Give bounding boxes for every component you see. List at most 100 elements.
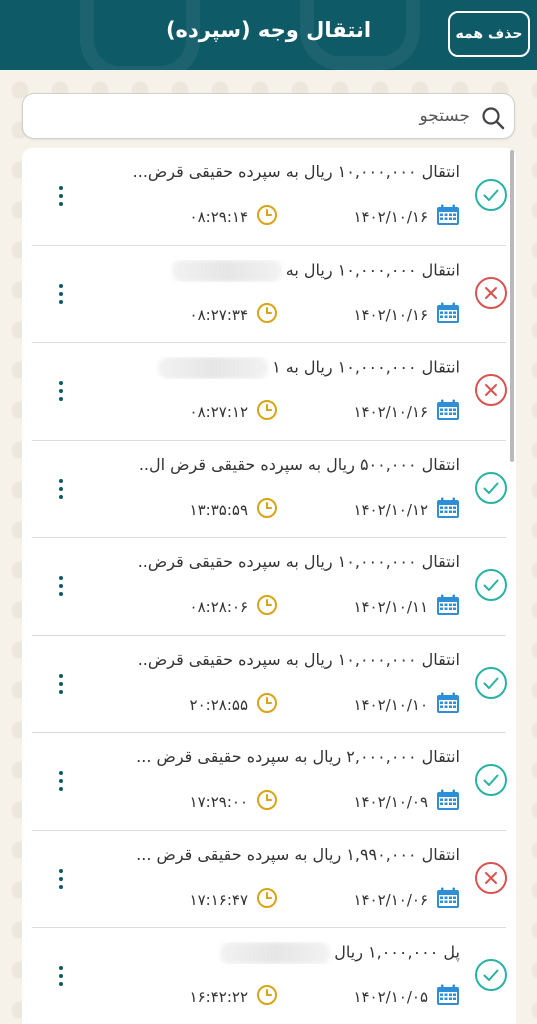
- transaction-title-text: پل ۱,۰۰۰,۰۰۰ ریال: [334, 942, 460, 962]
- transaction-date: ۱۴۰۲/۱۰/۱۰: [353, 692, 460, 718]
- transaction-time: ۰۸:۲۸:۰۶: [190, 594, 278, 620]
- date-text: ۱۴۰۲/۱۰/۰۶: [353, 890, 428, 909]
- transaction-title-text: انتقال ۱,۹۹۰,۰۰۰ ریال به سپرده حقیقی قرض…: [136, 844, 460, 864]
- calendar-icon: [436, 399, 460, 425]
- calendar-icon: [436, 497, 460, 523]
- calendar-icon: [436, 594, 460, 620]
- transaction-time: ۰۸:۲۹:۱۴: [190, 204, 278, 230]
- transaction-title: انتقال ۱,۹۹۰,۰۰۰ ریال به سپرده حقیقی قرض…: [80, 845, 460, 864]
- transaction-date: ۱۴۰۲/۱۰/۱۶: [353, 204, 460, 230]
- time-text: ۱۶:۴۲:۲۲: [189, 988, 248, 1006]
- search-icon[interactable]: [480, 105, 506, 131]
- success-check-icon: [474, 471, 508, 505]
- transaction-time: ۰۸:۲۷:۱۲: [190, 399, 278, 425]
- transaction-title-text: انتقال ۱۰,۰۰۰,۰۰۰ ریال به سپرده حقیقی قر…: [137, 552, 460, 571]
- transaction-date: ۱۴۰۲/۱۰/۱۱: [353, 594, 460, 620]
- clock-icon: [256, 789, 278, 815]
- transaction-list: انتقال ۱۰,۰۰۰,۰۰۰ ریال به سپرده حقیقی قر…: [22, 148, 516, 1024]
- success-check-icon: [474, 178, 508, 212]
- redacted-text: [220, 942, 331, 964]
- time-text: ۰۸:۲۷:۳۴: [189, 305, 248, 324]
- clock-icon: [256, 692, 278, 718]
- more-options-icon[interactable]: [46, 373, 76, 409]
- transaction-time: ۰۸:۲۷:۳۴: [190, 302, 278, 328]
- transaction-row[interactable]: انتقال ۱,۹۹۰,۰۰۰ ریال به سپرده حقیقی قرض…: [32, 831, 507, 928]
- transaction-title-text: انتقال ۱۰,۰۰۰,۰۰۰ ریال به سپرده حقیقی قر…: [132, 162, 460, 181]
- time-text: ۱۳:۳۵:۵۹: [189, 500, 248, 519]
- calendar-icon: [436, 984, 460, 1010]
- clock-icon: [256, 204, 278, 230]
- more-options-icon[interactable]: [46, 763, 76, 799]
- success-check-icon: [474, 958, 508, 992]
- success-check-icon: [474, 763, 508, 797]
- clear-all-button[interactable]: حذف همه: [448, 11, 530, 57]
- transaction-row[interactable]: انتقال ۱۰,۰۰۰,۰۰۰ ریال به ۱۴۰۲/۱۰/۱۶ ۰۸:۲۷…: [32, 246, 508, 343]
- transaction-date: ۱۴۰۲/۱۰/۰۹: [353, 789, 460, 815]
- clock-icon: [256, 399, 278, 425]
- date-text: ۱۴۰۲/۱۰/۱۶: [353, 208, 428, 226]
- transaction-time: ۱۷:۱۶:۴۷: [190, 887, 278, 913]
- transaction-time: ۱۷:۲۹:۰۰: [190, 789, 278, 815]
- calendar-icon: [436, 204, 460, 230]
- more-options-icon[interactable]: [46, 471, 76, 507]
- transaction-row[interactable]: انتقال ۱۰,۰۰۰,۰۰۰ ریال به ۱ ۱۴۰۲/۱۰/۱۶ ۰۸:…: [32, 343, 508, 441]
- transaction-date: ۱۴۰۲/۱۰/۱۶: [353, 399, 460, 425]
- date-text: ۱۴۰۲/۱۰/۱۰: [353, 695, 428, 714]
- transaction-title: انتقال ۱۰,۰۰۰,۰۰۰ ریال به سپرده حقیقی قر…: [80, 162, 460, 181]
- transaction-date: ۱۴۰۲/۱۰/۱۲: [353, 497, 460, 523]
- date-text: ۱۴۰۲/۱۰/۱۲: [353, 500, 428, 519]
- transaction-row[interactable]: پل ۱,۰۰۰,۰۰۰ ریال ۱۴۰۲/۱۰/۰۵ ۱۶:۴۲:۲۲: [32, 928, 508, 1024]
- clock-icon: [256, 887, 278, 913]
- transaction-title: انتقال ۲,۰۰۰,۰۰۰ ریال به سپرده حقیقی قرض…: [80, 747, 460, 766]
- date-text: ۱۴۰۲/۱۰/۱۶: [353, 305, 428, 324]
- transaction-date: ۱۴۰۲/۱۰/۰۵: [353, 984, 460, 1010]
- transaction-row[interactable]: انتقال ۱۰,۰۰۰,۰۰۰ ریال به سپرده حقیقی قر…: [32, 538, 507, 636]
- transaction-title: انتقال ۱۰,۰۰۰,۰۰۰ ریال به ۱: [80, 357, 460, 379]
- date-text: ۱۴۰۲/۱۰/۱۱: [353, 598, 428, 616]
- search-input[interactable]: [39, 94, 470, 138]
- transaction-title-text: انتقال ۵۰۰,۰۰۰ ریال به سپرده حقیقی قرض ا…: [138, 454, 460, 474]
- transaction-title: انتقال ۱۰,۰۰۰,۰۰۰ ریال به سپرده حقیقی قر…: [80, 552, 460, 571]
- more-options-icon[interactable]: [46, 666, 76, 702]
- failure-cross-icon: [474, 276, 508, 310]
- search-bar: [22, 93, 515, 139]
- date-text: ۱۴۰۲/۱۰/۰۵: [353, 988, 428, 1006]
- time-text: ۰۸:۲۹:۱۴: [189, 208, 248, 226]
- calendar-icon: [436, 789, 460, 815]
- transaction-title: انتقال ۵۰۰,۰۰۰ ریال به سپرده حقیقی قرض ا…: [80, 455, 460, 474]
- calendar-icon: [436, 302, 460, 328]
- time-text: ۲۰:۲۸:۵۵: [189, 695, 248, 714]
- failure-cross-icon: [474, 373, 508, 407]
- more-options-icon[interactable]: [46, 276, 76, 312]
- transaction-row[interactable]: انتقال ۲,۰۰۰,۰۰۰ ریال به سپرده حقیقی قرض…: [32, 733, 508, 831]
- more-options-icon[interactable]: [46, 958, 76, 994]
- redacted-text: [171, 259, 282, 282]
- calendar-icon: [436, 887, 460, 913]
- time-text: ۰۸:۲۸:۰۶: [189, 598, 248, 616]
- more-options-icon[interactable]: [46, 861, 76, 897]
- more-options-icon[interactable]: [46, 568, 76, 604]
- list-scrollbar[interactable]: [510, 150, 514, 462]
- redacted-text: [158, 357, 269, 379]
- calendar-icon: [436, 692, 460, 718]
- clock-icon: [256, 302, 278, 328]
- transaction-date: ۱۴۰۲/۱۰/۰۶: [353, 887, 460, 913]
- transaction-title: انتقال ۱۰,۰۰۰,۰۰۰ ریال به: [80, 259, 460, 282]
- time-text: ۰۸:۲۷:۱۲: [189, 403, 248, 421]
- transaction-title-text: انتقال ۱۰,۰۰۰,۰۰۰ ریال به: [285, 260, 460, 279]
- transaction-row[interactable]: انتقال ۵۰۰,۰۰۰ ریال به سپرده حقیقی قرض ا…: [32, 441, 508, 538]
- clock-icon: [256, 497, 278, 523]
- transaction-row[interactable]: انتقال ۱۰,۰۰۰,۰۰۰ ریال به سپرده حقیقی قر…: [32, 636, 508, 733]
- date-text: ۱۴۰۲/۱۰/۱۶: [353, 403, 428, 421]
- time-text: ۱۷:۱۶:۴۷: [189, 890, 248, 909]
- transaction-date: ۱۴۰۲/۱۰/۱۶: [353, 302, 460, 328]
- transaction-title-text: انتقال ۱۰,۰۰۰,۰۰۰ ریال به سپرده حقیقی قر…: [137, 649, 460, 669]
- more-options-icon[interactable]: [46, 178, 76, 214]
- success-check-icon: [474, 666, 508, 700]
- clock-icon: [256, 594, 278, 620]
- clock-icon: [256, 984, 278, 1010]
- transaction-title-text: انتقال ۱۰,۰۰۰,۰۰۰ ریال به ۱: [272, 357, 460, 377]
- transaction-row[interactable]: انتقال ۱۰,۰۰۰,۰۰۰ ریال به سپرده حقیقی قر…: [32, 148, 508, 246]
- transaction-time: ۱۶:۴۲:۲۲: [190, 984, 278, 1010]
- time-text: ۱۷:۲۹:۰۰: [189, 793, 248, 811]
